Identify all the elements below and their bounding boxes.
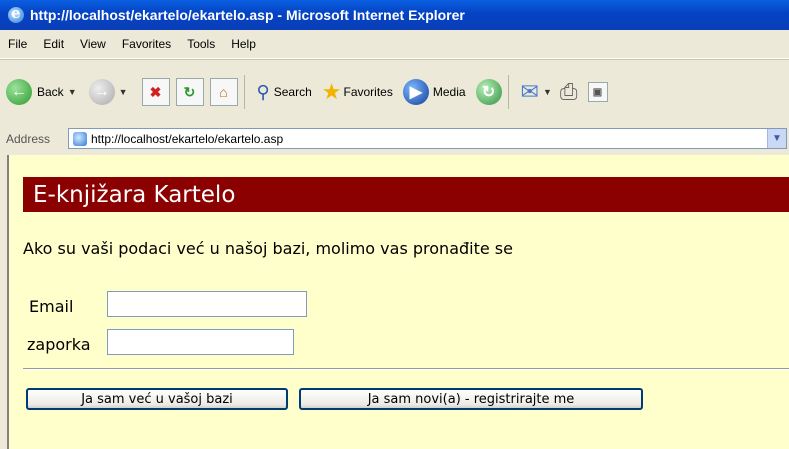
address-dropdown-icon[interactable]: ▼ [767,129,786,148]
stop-button[interactable]: ✖ [141,78,170,106]
page-banner: E-knjižara Kartelo [23,177,789,212]
favorites-label: Favorites [343,85,393,99]
address-url: http://localhost/ekartelo/ekartelo.asp [91,131,284,146]
media-label: Media [432,85,466,99]
favorites-button[interactable]: ★ Favorites [322,79,393,105]
page-icon [73,131,87,146]
address-bar: Address http://localhost/ekartelo/ekarte… [0,124,789,154]
home-icon: ⌂ [209,78,238,106]
search-icon: ⚲ [256,81,270,102]
forward-button[interactable]: → ▼ [88,79,128,105]
existing-user-button[interactable]: Ja sam već u vašoj bazi [26,388,288,410]
history-icon: ↻ [475,79,502,105]
address-label: Address [6,132,51,146]
search-button[interactable]: ⚲ Search [257,82,312,103]
back-arrow-icon: ← [6,79,32,105]
title-bar: http://localhost/ekartelo/ekartelo.asp -… [0,0,789,30]
chevron-down-icon[interactable]: ▼ [68,87,77,97]
mail-icon: ✉ [520,79,539,104]
toolbar-separator [243,75,245,109]
password-input[interactable] [107,329,294,355]
edit-button[interactable]: ▣ [587,82,608,102]
toolbar: ← Back ▼ → ▼ ✖ ↻ ⌂ ⚲ Search ★ Favorites … [0,59,789,125]
stop-icon: ✖ [141,78,170,106]
password-label: zaporka [27,335,91,354]
edit-icon: ▣ [587,82,608,102]
window-title: http://localhost/ekartelo/ekartelo.asp -… [30,7,465,23]
mail-button[interactable]: ✉ ▼ [521,79,552,105]
intro-text: Ako su vaši podaci već u našoj bazi, mol… [23,239,513,258]
history-button[interactable]: ↻ [475,79,502,105]
refresh-icon: ↻ [175,78,204,106]
forward-arrow-icon: → [88,79,115,105]
chevron-down-icon[interactable]: ▼ [543,87,552,97]
chevron-down-icon[interactable]: ▼ [119,87,128,97]
menu-edit[interactable]: Edit [35,37,72,51]
menu-file[interactable]: File [0,37,35,51]
new-user-button[interactable]: Ja sam novi(a) - registrirajte me [299,388,643,410]
divider [23,368,789,370]
menu-view[interactable]: View [72,37,114,51]
media-icon: ▶ [402,79,429,105]
page-content: E-knjižara Kartelo Ako su vaši podaci ve… [7,155,789,449]
menu-favorites[interactable]: Favorites [114,37,179,51]
email-label: Email [29,297,74,316]
address-input[interactable]: http://localhost/ekartelo/ekartelo.asp ▼ [68,128,787,149]
menu-bar: File Edit View Favorites Tools Help [0,30,789,59]
back-button[interactable]: ← Back ▼ [6,79,77,105]
printer-icon: ⎙ [559,79,578,104]
refresh-button[interactable]: ↻ [175,78,204,106]
menu-tools[interactable]: Tools [179,37,223,51]
ie-logo-icon [8,4,24,23]
email-input[interactable] [107,291,307,317]
menu-help[interactable]: Help [223,37,264,51]
search-label: Search [273,85,312,99]
toolbar-separator [507,75,509,109]
print-button[interactable]: ⎙ [560,79,578,105]
back-label: Back [37,85,64,99]
home-button[interactable]: ⌂ [209,78,238,106]
star-icon: ★ [321,79,342,104]
media-button[interactable]: ▶ Media [402,79,466,105]
